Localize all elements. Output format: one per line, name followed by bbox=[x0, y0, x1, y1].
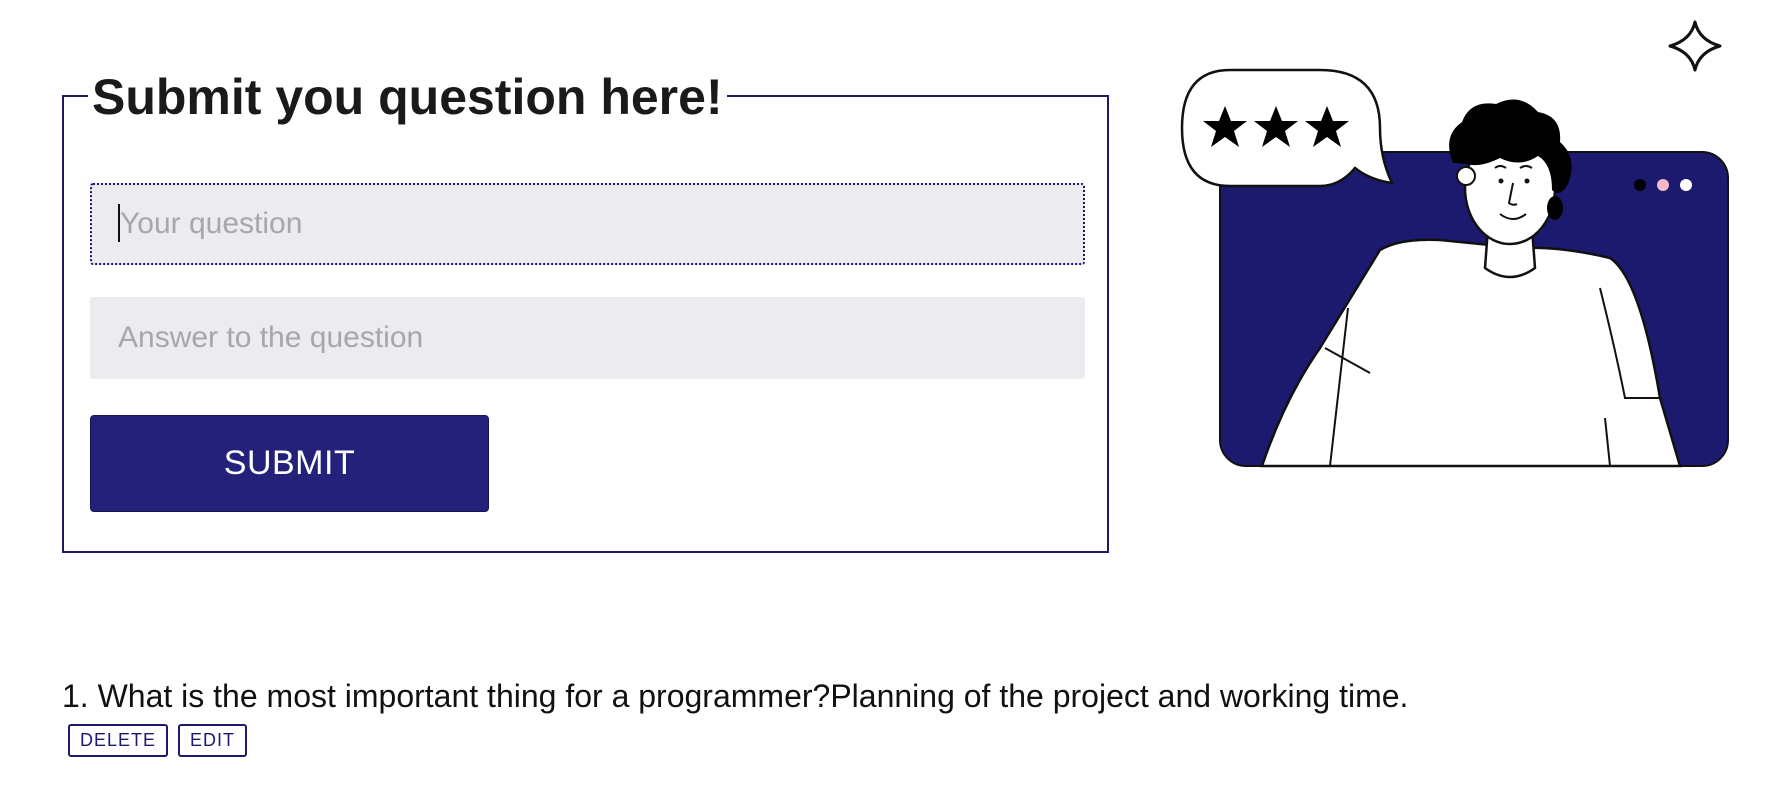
submit-button[interactable]: SUBMIT bbox=[90, 415, 489, 512]
question-list: 1. What is the most important thing for … bbox=[62, 676, 1408, 757]
form-title: Submit you question here! bbox=[88, 69, 727, 125]
sparkle-icon bbox=[1668, 20, 1722, 72]
question-answer-text: 1. What is the most important thing for … bbox=[62, 678, 1409, 714]
list-item: 1. What is the most important thing for … bbox=[62, 676, 1408, 757]
question-form: Submit you question here! SUBMIT bbox=[62, 69, 1109, 553]
answer-input[interactable] bbox=[90, 297, 1085, 379]
window-dot-black bbox=[1634, 179, 1646, 191]
edit-button[interactable]: EDIT bbox=[178, 724, 248, 757]
text-caret bbox=[118, 204, 120, 242]
delete-button[interactable]: DELETE bbox=[68, 724, 169, 757]
question-input[interactable] bbox=[90, 183, 1085, 265]
person-illustration bbox=[1180, 20, 1729, 468]
item-actions: DELETE EDIT bbox=[68, 724, 1408, 757]
window-dot-white bbox=[1680, 179, 1692, 191]
window-dot-pink bbox=[1657, 179, 1669, 191]
